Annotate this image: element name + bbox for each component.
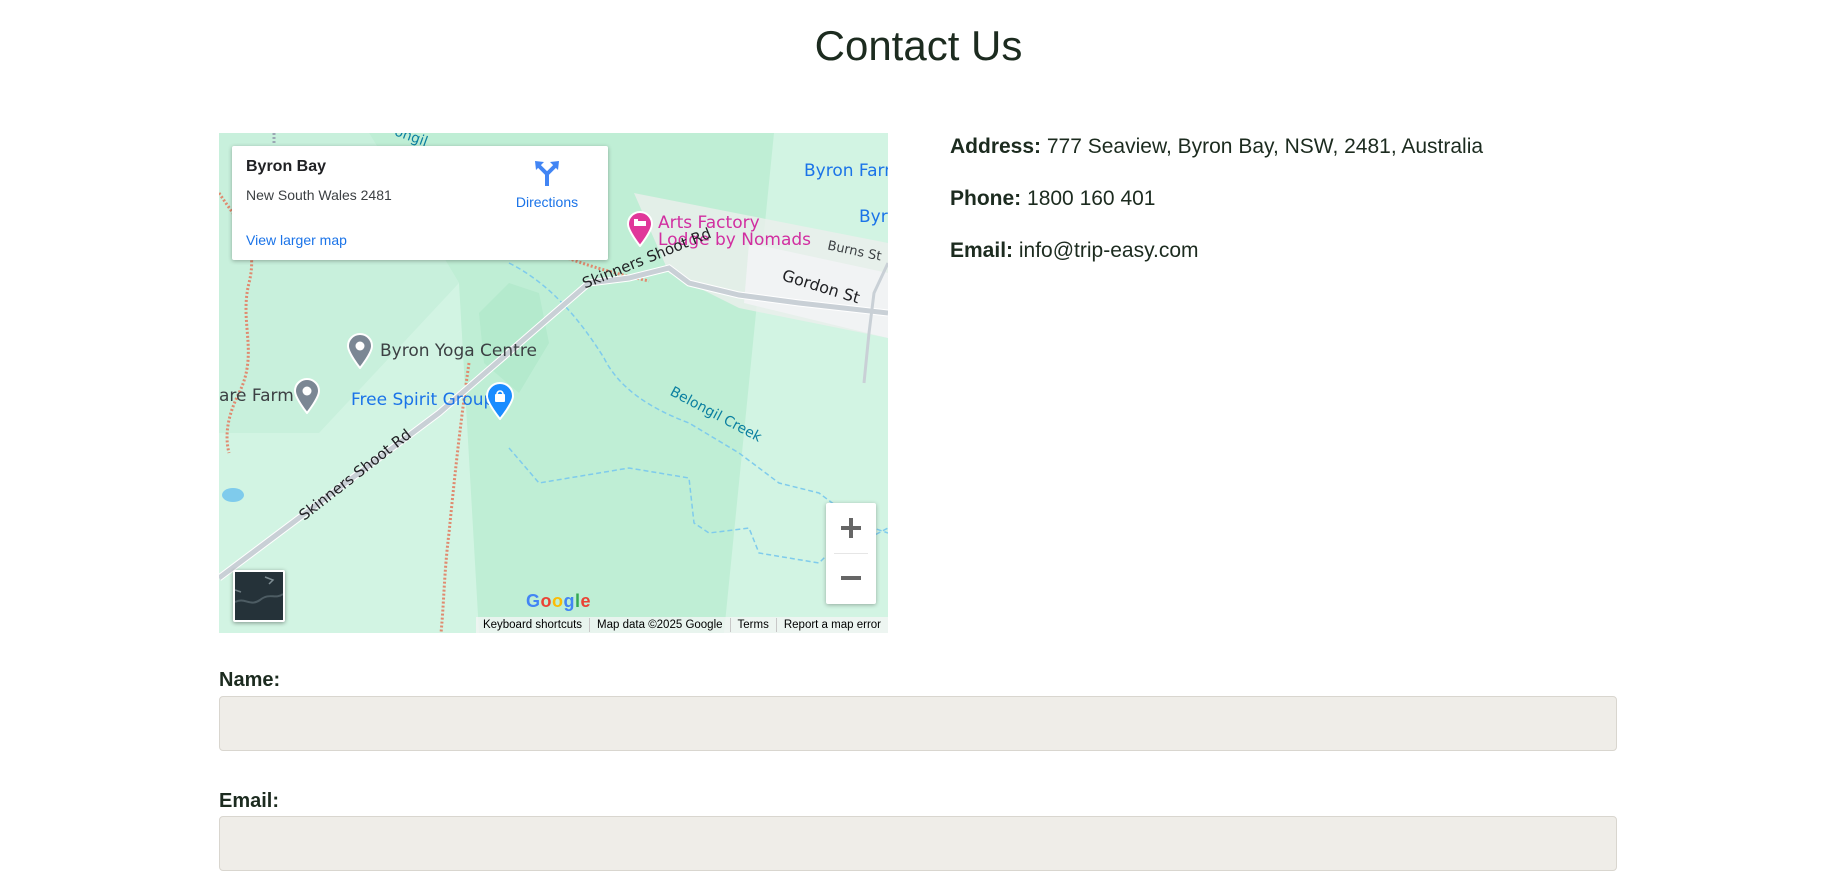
hotel-pin-icon [626, 211, 654, 248]
map-label-byron-farm[interactable]: Byron Farm [804, 161, 888, 181]
map-attribution-bar: Keyboard shortcuts Map data ©2025 Google… [475, 617, 888, 633]
view-larger-map-link[interactable]: View larger map [246, 232, 347, 248]
zoom-out-button[interactable] [826, 553, 876, 603]
phone-value: 1800 160 401 [1027, 187, 1156, 210]
poi-byron-yoga-centre[interactable] [346, 333, 374, 373]
keyboard-shortcuts-link[interactable]: Keyboard shortcuts [476, 618, 589, 632]
address-value: 777 Seaview, Byron Bay, NSW, 2481, Austr… [1046, 135, 1484, 158]
name-field-label: Name: [219, 669, 281, 691]
satellite-thumbnail-icon [235, 572, 283, 620]
zoom-divider [834, 553, 868, 554]
terms-link[interactable]: Terms [729, 618, 776, 632]
map-label-byron-yoga-centre[interactable]: Byron Yoga Centre [380, 341, 537, 361]
directions-icon [535, 161, 559, 186]
email-label: Email: [950, 239, 1014, 262]
location-pin-icon [346, 333, 374, 370]
zoom-control [826, 503, 876, 604]
poi-are-farm[interactable] [293, 378, 321, 418]
page-title: Contact Us [814, 22, 1023, 69]
map-type-toggle[interactable] [233, 570, 285, 622]
plus-icon [841, 518, 861, 538]
embedded-map[interactable]: ongil Byron Farm Byro Arts Factory Lodge… [219, 133, 888, 633]
map-label-byro[interactable]: Byro [859, 207, 888, 227]
map-info-card: Byron Bay New South Wales 2481 View larg… [232, 146, 608, 260]
poi-arts-factory[interactable] [626, 211, 654, 251]
email-value: info@trip-easy.com [1018, 239, 1199, 262]
map-label-free-spirit-group[interactable]: Free Spirit Group [351, 390, 494, 410]
contact-info: Address: 777 Seaview, Byron Bay, NSW, 24… [950, 133, 1483, 289]
poi-free-spirit-group[interactable] [485, 382, 515, 424]
name-input[interactable] [219, 696, 1617, 751]
email-field-label: Email: [219, 790, 280, 812]
location-pin-icon [293, 378, 321, 415]
place-address: New South Wales 2481 [246, 187, 392, 203]
phone-line: Phone: 1800 160 401 [950, 185, 1483, 212]
minus-icon [841, 576, 861, 580]
directions-button[interactable]: Directions [512, 158, 582, 210]
map-data-text: Map data ©2025 Google [589, 618, 729, 632]
phone-label: Phone: [950, 187, 1022, 210]
map-label-are-farm[interactable]: are Farm [219, 386, 294, 406]
address-line: Address: 777 Seaview, Byron Bay, NSW, 24… [950, 133, 1483, 160]
report-map-error-link[interactable]: Report a map error [775, 618, 888, 632]
address-label: Address: [950, 135, 1042, 158]
place-name: Byron Bay [246, 158, 327, 175]
google-logo: Google [526, 591, 592, 611]
email-line: Email: info@trip-easy.com [950, 237, 1483, 264]
zoom-in-button[interactable] [826, 503, 876, 553]
email-input[interactable] [219, 816, 1617, 871]
shopping-pin-icon [485, 382, 515, 421]
directions-label: Directions [515, 194, 579, 210]
